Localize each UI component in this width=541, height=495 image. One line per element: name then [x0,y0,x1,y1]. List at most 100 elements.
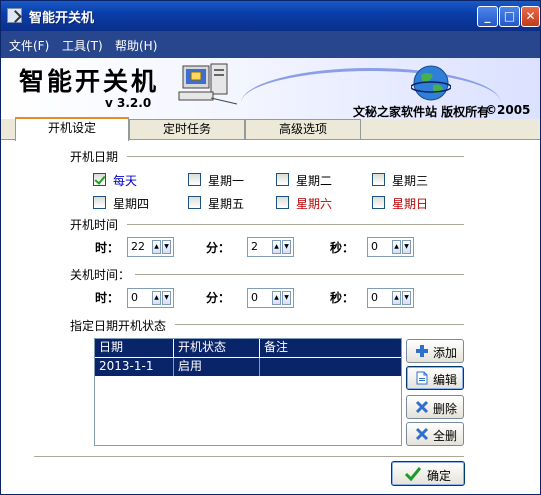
boot-second-label: 秒： [330,241,355,255]
boot-hour-down-icon[interactable]: ▼ [162,240,171,254]
saturday-check-box[interactable] [276,196,289,209]
plus-icon [416,345,428,357]
boot-second-up-icon[interactable]: ▲ [392,240,401,254]
x-icon [415,427,429,441]
boot-time-section-label: 开机时间 [70,218,119,232]
boot-second-spinner[interactable]: 0 ▲ ▼ [367,237,414,257]
ok-button[interactable]: 确定 [391,461,465,486]
everyday-label: 每天 [113,174,138,188]
boot-date-section-label: 开机日期 [70,150,119,164]
document-icon [416,371,428,385]
shutdown-hour-up-icon[interactable]: ▲ [152,291,161,305]
tab-advanced-options[interactable]: 高级选项 [245,119,361,140]
version-label: v 3.2.0 [105,96,152,110]
app-icon[interactable] [7,8,22,23]
shutdown-minute-label: 分： [206,291,231,305]
boot-second-value[interactable]: 0 [371,240,378,253]
globe-icon [411,65,451,101]
shutdown-minute-down-icon[interactable]: ▼ [282,291,291,305]
minimize-button[interactable]: _ [477,6,498,27]
everyday-check-box[interactable] [93,173,106,186]
maximize-button[interactable]: □ [499,6,520,27]
boot-hour-value[interactable]: 22 [131,240,145,253]
friday-check-box[interactable] [188,196,201,209]
row-note-cell [260,358,401,376]
schedule-list-header: 日期 开机状态 备注 [95,339,401,357]
title-bar[interactable]: 智能开关机 _ □ ✕ [1,1,540,31]
menu-help[interactable]: 帮助(H) [115,37,157,54]
column-note[interactable]: 备注 [260,339,401,357]
boot-minute-down-icon[interactable]: ▼ [282,240,291,254]
x-icon [415,400,429,414]
shutdown-hour-value[interactable]: 0 [131,291,138,304]
window-title: 智能开关机 [29,11,95,26]
shutdown-minute-spinner[interactable]: 0 ▲ ▼ [247,288,294,308]
shutdown-time-divider [135,274,464,276]
add-button-label: 添加 [433,346,458,360]
edit-button-label: 编辑 [433,373,458,387]
delete-button[interactable]: 删除 [406,395,464,419]
thursday-label: 星期四 [113,197,150,211]
saturday-label: 星期六 [296,197,333,211]
tab-scheduled-tasks[interactable]: 定时任务 [129,119,245,140]
clear-all-button[interactable]: 全删 [406,422,464,446]
shutdown-second-up-icon[interactable]: ▲ [392,291,401,305]
shutdown-hour-spinner[interactable]: 0 ▲ ▼ [127,288,174,308]
shutdown-second-label: 秒： [330,291,355,305]
tab-boot-settings[interactable]: 开机设定 [15,117,129,141]
boot-time-divider [127,224,464,226]
boot-minute-spinner[interactable]: 2 ▲ ▼ [247,237,294,257]
shutdown-minute-up-icon[interactable]: ▲ [272,291,281,305]
checkmark-icon [404,467,422,482]
boot-minute-up-icon[interactable]: ▲ [272,240,281,254]
bottom-divider [34,456,464,458]
row-date-cell: 2013-1-1 [95,358,174,376]
edit-button[interactable]: 编辑 [406,366,464,390]
boot-minute-value[interactable]: 2 [251,240,258,253]
wednesday-check-box[interactable] [372,173,385,186]
shutdown-minute-value[interactable]: 0 [251,291,258,304]
shutdown-second-spinner[interactable]: 0 ▲ ▼ [367,288,414,308]
boot-date-divider [127,156,464,158]
main-window: 智能开关机 _ □ ✕ 文件(F) 工具(T) 帮助(H) 智能开关机 v 3.… [0,0,541,495]
computer-icon [178,63,238,105]
boot-second-down-icon[interactable]: ▼ [402,240,411,254]
table-row[interactable]: 2013-1-1 启用 [95,358,401,376]
shutdown-second-value[interactable]: 0 [371,291,378,304]
menu-tools[interactable]: 工具(T) [62,37,103,54]
boot-hour-up-icon[interactable]: ▲ [152,240,161,254]
menu-bar: 文件(F) 工具(T) 帮助(H) [1,31,540,58]
thursday-check-box[interactable] [93,196,106,209]
add-button[interactable]: 添加 [406,339,464,363]
row-status-cell: 启用 [174,358,260,376]
boot-hour-label: 时： [95,241,120,255]
column-boot-status[interactable]: 开机状态 [174,339,260,357]
shutdown-second-down-icon[interactable]: ▼ [402,291,411,305]
shutdown-time-section-label: 关机时间： [70,268,131,282]
boot-hour-spinner[interactable]: 22 ▲ ▼ [127,237,174,257]
tuesday-check-box[interactable] [276,173,289,186]
menu-file[interactable]: 文件(F) [9,37,49,54]
monday-check-box[interactable] [188,173,201,186]
wednesday-label: 星期三 [392,174,429,188]
banner: 智能开关机 v 3.2.0 文秘之家软件站 版权所有 ©2005 [1,58,540,119]
boot-minute-label: 分： [206,241,231,255]
monday-label: 星期一 [208,174,245,188]
delete-button-label: 删除 [433,402,458,416]
product-logo-text: 智能开关机 [19,67,160,96]
publisher-label: 文秘之家软件站 版权所有 [353,105,490,119]
friday-label: 星期五 [208,197,245,211]
column-date[interactable]: 日期 [95,339,174,357]
schedule-list[interactable]: 日期 开机状态 备注 2013-1-1 启用 [94,338,402,446]
clear-all-button-label: 全删 [433,429,458,443]
shutdown-hour-label: 时： [95,291,120,305]
schedule-divider [175,324,464,326]
tuesday-label: 星期二 [296,174,333,188]
sunday-label: 星期日 [392,197,429,211]
close-button[interactable]: ✕ [521,6,540,27]
ok-button-label: 确定 [427,469,452,483]
sunday-check-box[interactable] [372,196,385,209]
schedule-section-label: 指定日期开机状态 [70,319,167,333]
shutdown-hour-down-icon[interactable]: ▼ [162,291,171,305]
copyright-label: ©2005 [485,103,531,117]
